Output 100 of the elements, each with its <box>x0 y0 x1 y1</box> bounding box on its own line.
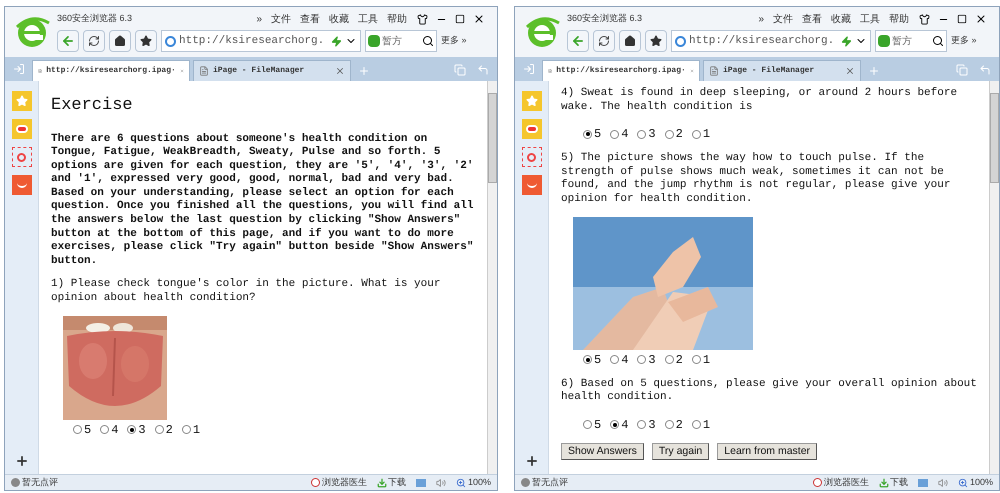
option-label: 2 <box>676 126 683 144</box>
form-button[interactable]: Learn from master <box>717 442 818 460</box>
tab-label: http://ksiresearchorg.ipag· <box>46 65 176 77</box>
radio-button[interactable] <box>664 130 674 139</box>
zoom-icon[interactable] <box>456 478 466 488</box>
maximize-icon[interactable] <box>957 14 967 24</box>
status-text[interactable]: 暂无点评 <box>532 476 568 490</box>
tab-close-icon[interactable] <box>845 66 855 76</box>
form-button[interactable]: Show Answers <box>561 442 644 460</box>
radio-button[interactable] <box>664 420 674 430</box>
radio-button[interactable] <box>154 425 164 434</box>
more-link[interactable]: 更多 » <box>951 34 977 48</box>
more-link[interactable]: 更多 » <box>441 34 467 48</box>
address-field[interactable]: http://ksiresearchorg. <box>671 30 871 52</box>
home-button[interactable] <box>109 30 131 52</box>
menu-item[interactable]: 收藏 <box>329 12 349 26</box>
browser-tab[interactable]: iPage - FileManager <box>703 60 861 81</box>
menu-item[interactable]: 工具 <box>358 12 378 26</box>
menu-item[interactable]: 文件 <box>773 12 793 26</box>
radio-button[interactable] <box>692 130 701 139</box>
address-field[interactable]: http://ksiresearchorg. <box>161 30 361 52</box>
skin-icon[interactable] <box>417 14 428 24</box>
menu-item[interactable]: 查看 <box>802 12 822 26</box>
window-icon[interactable] <box>416 478 426 486</box>
refresh-button[interactable] <box>593 30 615 52</box>
radio-button[interactable] <box>610 130 620 139</box>
skin-icon[interactable] <box>919 14 930 24</box>
home-button[interactable] <box>619 30 641 52</box>
radio-button[interactable] <box>610 355 620 364</box>
sidebar-toggle-icon[interactable] <box>523 63 535 75</box>
favorite-button[interactable] <box>645 30 667 52</box>
radio-button[interactable] <box>637 420 646 430</box>
radio-button[interactable] <box>692 355 701 364</box>
volume-icon[interactable] <box>436 478 446 488</box>
volume-icon[interactable] <box>938 478 948 488</box>
menu-item[interactable]: » <box>758 12 764 26</box>
search-icon[interactable] <box>932 35 944 47</box>
refresh-icon <box>88 35 100 47</box>
doctor-button[interactable]: 浏览器医生 <box>322 476 367 490</box>
lightning-icon[interactable] <box>841 36 852 46</box>
browser-tab[interactable]: http://ksiresearchorg.ipag· <box>32 60 190 81</box>
radio-button[interactable] <box>583 130 592 139</box>
option-label: 3 <box>648 416 656 434</box>
tab-page-icon <box>199 66 209 76</box>
radio-button[interactable] <box>583 355 592 364</box>
menu-item[interactable]: 工具 <box>860 12 880 26</box>
menu-item[interactable]: 查看 <box>300 12 320 26</box>
menu-item[interactable]: 文件 <box>271 12 291 26</box>
sidebar-toggle-icon[interactable] <box>13 63 25 75</box>
radio-button[interactable] <box>182 425 191 434</box>
page-icon <box>165 36 176 46</box>
maximize-icon[interactable] <box>455 14 465 24</box>
url-text: http://ksiresearchorg. <box>689 34 834 49</box>
refresh-button[interactable] <box>83 30 105 52</box>
zoom-level[interactable]: 100% <box>970 476 993 490</box>
form-button[interactable]: Try again <box>652 442 710 460</box>
radio-button[interactable] <box>73 425 82 434</box>
zoom-level[interactable]: 100% <box>468 476 491 490</box>
menu-item[interactable]: 帮助 <box>387 12 407 26</box>
lightning-icon[interactable] <box>331 36 342 46</box>
option-label: 5 <box>594 416 602 434</box>
tab-page-icon <box>38 66 42 76</box>
add-icon[interactable] <box>524 454 538 468</box>
radio-button[interactable] <box>583 420 592 430</box>
browser-tab[interactable]: iPage - FileManager <box>193 60 351 81</box>
favorite-button[interactable] <box>135 30 157 52</box>
radio-button[interactable] <box>100 425 110 434</box>
discount-icon[interactable] <box>12 175 32 195</box>
tab-page-icon <box>709 66 719 76</box>
window-icon[interactable] <box>918 478 928 486</box>
add-icon[interactable] <box>14 454 28 468</box>
download-button[interactable]: 下载 <box>388 476 406 490</box>
option-label: 5 <box>594 352 602 369</box>
close-icon[interactable] <box>975 13 987 25</box>
radio-button[interactable] <box>637 130 646 139</box>
radio-button[interactable] <box>664 355 674 364</box>
radio-button[interactable] <box>127 425 136 434</box>
radio-button[interactable] <box>610 420 620 430</box>
menu-item[interactable]: » <box>256 12 262 26</box>
scrollbar[interactable] <box>487 81 497 474</box>
download-button[interactable]: 下载 <box>890 476 908 490</box>
status-text[interactable]: 暂无点评 <box>22 476 58 490</box>
browser-tab[interactable]: http://ksiresearchorg.ipag· <box>542 60 700 81</box>
discount-icon[interactable] <box>522 175 542 195</box>
download-icon[interactable] <box>878 478 889 488</box>
search-icon[interactable] <box>422 35 434 47</box>
scrollbar[interactable] <box>989 81 999 474</box>
search-field[interactable]: 暂方 <box>365 30 437 52</box>
tab-close-icon[interactable] <box>335 66 345 76</box>
menu-item[interactable]: 收藏 <box>831 12 851 26</box>
zoom-icon[interactable] <box>958 478 968 488</box>
menu-item[interactable]: 帮助 <box>889 12 909 26</box>
radio-button[interactable] <box>637 355 646 364</box>
radio-button[interactable] <box>692 420 701 430</box>
search-field[interactable]: 暂方 <box>875 30 947 52</box>
download-icon[interactable] <box>376 478 387 488</box>
doctor-button[interactable]: 浏览器医生 <box>824 476 869 490</box>
close-icon[interactable] <box>473 13 485 25</box>
doctor-icon <box>812 478 822 487</box>
page-heading: Exercise <box>51 95 134 117</box>
